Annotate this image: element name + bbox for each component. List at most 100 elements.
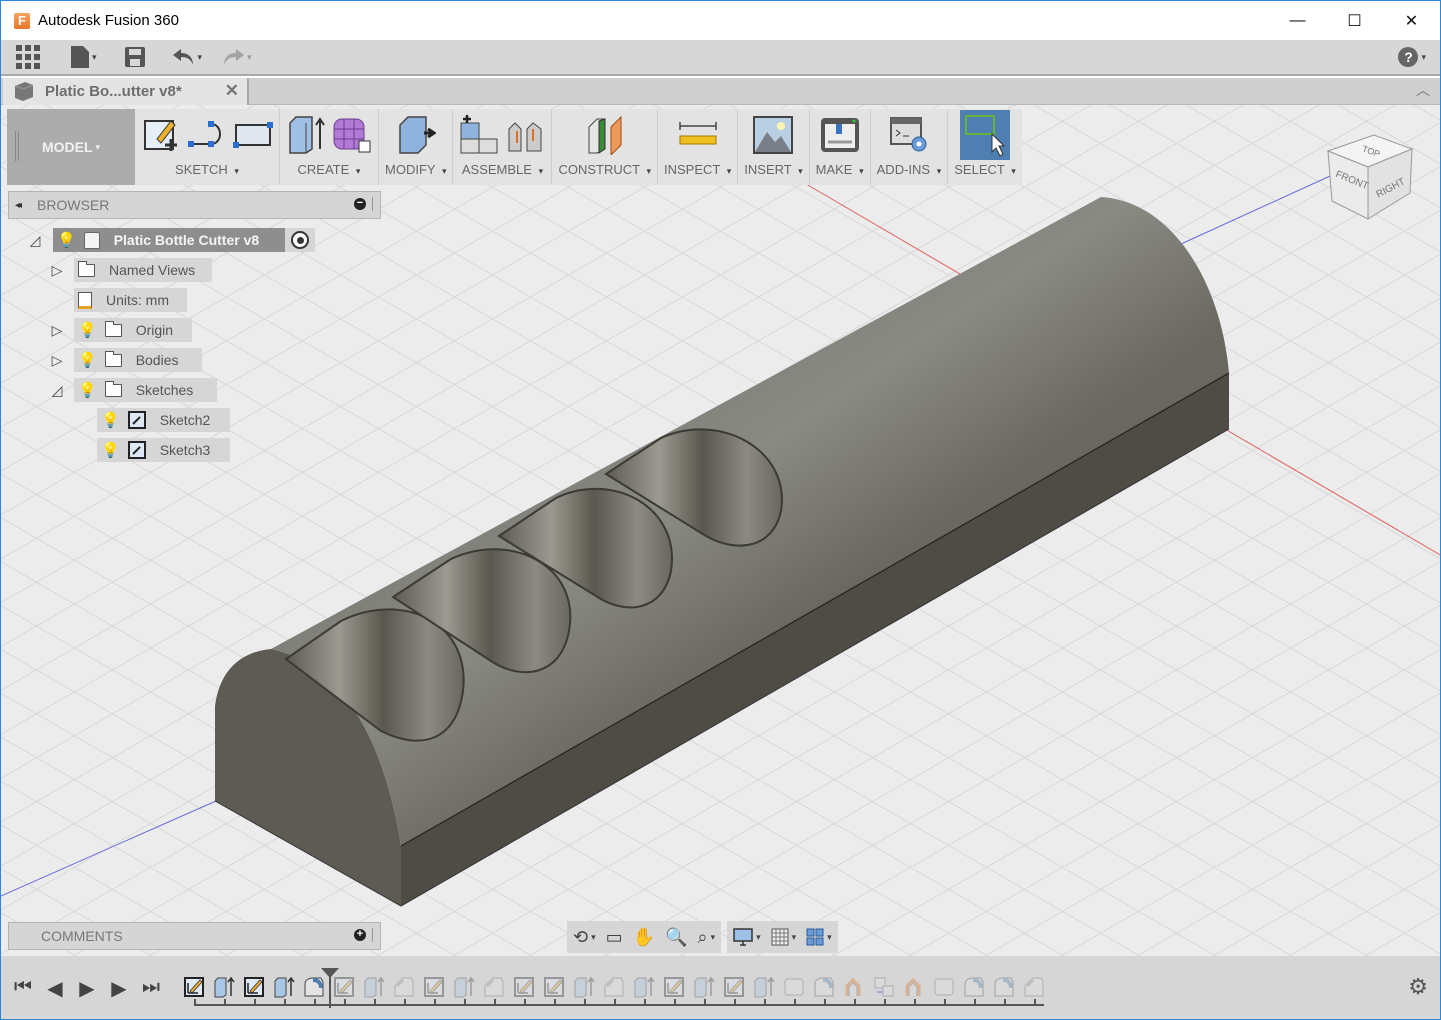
timeline-feature-fillet[interactable]	[811, 974, 837, 1000]
redo-button[interactable]: ▾	[222, 39, 252, 75]
timeline-feature-move[interactable]	[901, 974, 927, 1000]
timeline-feature-move[interactable]	[841, 974, 867, 1000]
form-button[interactable]	[332, 115, 372, 155]
orbit-button[interactable]: ⟲ ▾	[573, 927, 596, 948]
panel-grip-icon[interactable]	[372, 928, 374, 942]
timeline-feature-sketch[interactable]	[661, 974, 687, 1000]
timeline-feature-extrude[interactable]	[271, 974, 297, 1000]
timeline-feature-sketch[interactable]	[511, 974, 537, 1000]
tree-item-origin[interactable]: ▷ 💡 Origin	[49, 318, 192, 342]
press-pull-button[interactable]	[396, 115, 436, 155]
insert-image-button[interactable]	[753, 115, 794, 155]
timeline-marker[interactable]	[321, 968, 339, 1008]
viewcube[interactable]: TOP FRONT RIGHT	[1326, 129, 1418, 221]
undo-button[interactable]: ▾	[172, 39, 202, 75]
close-tab-icon[interactable]: ✕	[225, 81, 239, 101]
lightbulb-off-icon[interactable]: 💡	[101, 441, 120, 459]
add-comment-icon[interactable]: +	[354, 929, 366, 941]
create-menu[interactable]: CREATE ▾	[298, 161, 361, 181]
timeline-feature-chamfer[interactable]	[391, 974, 417, 1000]
timeline-feature-extrude[interactable]	[361, 974, 387, 1000]
timeline-feature-fillet[interactable]	[961, 974, 987, 1000]
timeline-feature-extrude[interactable]	[451, 974, 477, 1000]
timeline-feature-chamfer[interactable]	[601, 974, 627, 1000]
collapse-triangle-icon[interactable]: ◿	[49, 382, 65, 399]
minimize-button[interactable]: —	[1269, 1, 1326, 40]
offset-plane-button[interactable]	[585, 115, 625, 155]
go-to-end-button[interactable]: ⏭	[141, 976, 161, 1001]
look-at-button[interactable]: ▭	[606, 927, 623, 948]
minimize-panel-icon[interactable]: −	[354, 198, 366, 210]
measure-button[interactable]	[678, 115, 718, 155]
go-to-start-button[interactable]: ⏮	[13, 976, 33, 1001]
fit-button[interactable]: ⌕ ▾	[697, 927, 715, 948]
timeline-feature-box[interactable]	[781, 974, 807, 1000]
extrude-button[interactable]	[286, 115, 326, 155]
document-tab[interactable]: Platic Bo...utter v8* ✕	[3, 78, 249, 105]
tree-item-named-views[interactable]: ▷ Named Views	[49, 258, 212, 282]
maximize-button[interactable]: ☐	[1326, 1, 1383, 40]
spline-button[interactable]	[187, 115, 227, 155]
active-radio-icon[interactable]	[291, 231, 309, 249]
play-button[interactable]: ▶	[109, 976, 129, 1001]
scripts-addins-button[interactable]	[889, 115, 929, 155]
tree-root[interactable]: ◿ 💡 Platic Bottle Cutter v8	[27, 228, 315, 252]
timeline-feature-extrude[interactable]	[691, 974, 717, 1000]
select-menu[interactable]: SELECT ▾	[954, 161, 1016, 181]
select-button[interactable]	[960, 110, 1010, 160]
tree-item-sketch2[interactable]: 💡 Sketch2	[97, 408, 230, 432]
workspace-switcher[interactable]: MODEL ▾	[7, 109, 135, 185]
timeline-feature-sketch[interactable]	[721, 974, 747, 1000]
timeline-feature-fillet[interactable]	[991, 974, 1017, 1000]
close-button[interactable]: ✕	[1383, 1, 1440, 40]
collapse-browser-icon[interactable]: ◂◂	[15, 200, 22, 211]
pan-button[interactable]: ✋	[633, 927, 655, 948]
sketch-menu[interactable]: SKETCH ▾	[175, 161, 239, 181]
timeline-feature-extrude[interactable]	[751, 974, 777, 1000]
activate-component[interactable]	[285, 228, 315, 252]
timeline-feature-sketch[interactable]	[181, 974, 207, 1000]
insert-menu[interactable]: INSERT ▾	[744, 161, 802, 181]
collapse-toolbar-icon[interactable]: ︿	[1416, 80, 1430, 100]
create-sketch-button[interactable]	[141, 115, 181, 155]
timeline-feature-chamfer[interactable]	[1021, 974, 1047, 1000]
expand-triangle-icon[interactable]: ▷	[49, 352, 65, 369]
timeline-feature-box[interactable]	[931, 974, 957, 1000]
joint-button[interactable]	[505, 115, 545, 155]
panel-grip-icon[interactable]	[372, 197, 374, 211]
collapse-triangle-icon[interactable]: ◿	[27, 232, 43, 249]
timeline-feature-combine[interactable]	[871, 974, 897, 1000]
tree-item-bodies[interactable]: ▷ 💡 Bodies	[49, 348, 202, 372]
make-menu[interactable]: MAKE ▾	[816, 161, 864, 181]
timeline-feature-extrude[interactable]	[631, 974, 657, 1000]
lightbulb-off-icon[interactable]: 💡	[78, 321, 97, 339]
timeline-feature-extrude[interactable]	[571, 974, 597, 1000]
new-component-button[interactable]	[459, 115, 499, 155]
tree-item-sketch3[interactable]: 💡 Sketch3	[97, 438, 230, 462]
data-panel-button[interactable]	[16, 39, 40, 75]
modify-menu[interactable]: MODIFY ▾	[385, 161, 446, 181]
expand-triangle-icon[interactable]: ▷	[49, 262, 65, 279]
timeline-settings-icon[interactable]: ⚙	[1408, 974, 1428, 1000]
timeline-feature-extrude[interactable]	[211, 974, 237, 1000]
construct-menu[interactable]: CONSTRUCT ▾	[558, 161, 651, 181]
drag-grip-icon[interactable]	[15, 131, 19, 161]
tree-item-sketches[interactable]: ◿ 💡 Sketches	[49, 378, 217, 402]
grid-settings-button[interactable]: ▾	[771, 928, 796, 946]
lightbulb-on-icon[interactable]: 💡	[78, 381, 97, 399]
file-menu-button[interactable]: ▾	[71, 39, 97, 75]
comments-panel-header[interactable]: COMMENTS +	[8, 922, 381, 950]
timeline-feature-sketch[interactable]	[241, 974, 267, 1000]
lightbulb-on-icon[interactable]: 💡	[57, 231, 76, 249]
help-button[interactable]: ? ▾	[1398, 39, 1426, 75]
timeline-feature-sketch[interactable]	[421, 974, 447, 1000]
3d-print-button[interactable]	[820, 115, 860, 155]
zoom-button[interactable]: 🔍	[665, 927, 687, 948]
viewports-button[interactable]: ▾	[806, 928, 832, 946]
assemble-menu[interactable]: ASSEMBLE ▾	[462, 161, 543, 181]
rectangle-button[interactable]	[233, 115, 273, 155]
tree-item-units[interactable]: Units: mm	[49, 288, 187, 312]
step-forward-button[interactable]: ▶︎	[77, 976, 97, 1001]
expand-triangle-icon[interactable]: ▷	[49, 322, 65, 339]
lightbulb-on-icon[interactable]: 💡	[78, 351, 97, 369]
